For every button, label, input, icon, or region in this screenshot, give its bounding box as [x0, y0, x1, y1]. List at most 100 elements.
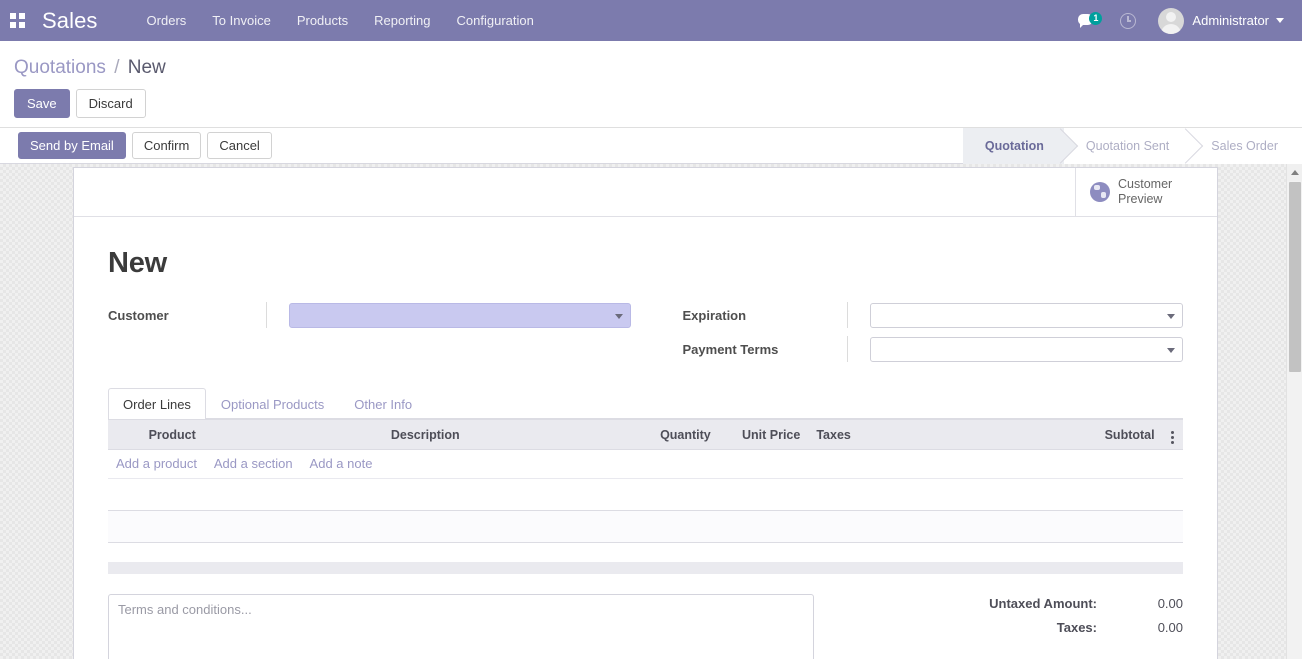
optional-columns-toggle[interactable]	[1162, 419, 1183, 450]
untaxed-amount-label: Untaxed Amount:	[989, 596, 1097, 611]
stage-sales-order[interactable]: Sales Order	[1189, 128, 1302, 164]
totals-block: Untaxed Amount: 0.00 Taxes: 0.00	[883, 594, 1183, 659]
customer-input[interactable]	[289, 302, 631, 328]
page-title: New	[108, 247, 168, 279]
menu-item-products[interactable]: Products	[284, 0, 361, 41]
menu-item-to-invoice[interactable]: To Invoice	[199, 0, 284, 41]
tab-order-lines[interactable]: Order Lines	[108, 388, 206, 419]
top-navbar: Sales Orders To Invoice Products Reporti…	[0, 0, 1302, 41]
add-a-product-link[interactable]: Add a product	[116, 456, 197, 471]
tab-other-info[interactable]: Other Info	[339, 388, 427, 419]
form-groups: Customer Expiration Payment Terms	[108, 302, 1183, 370]
globe-icon	[1090, 182, 1110, 202]
payment-terms-label: Payment Terms	[682, 341, 779, 357]
total-row-taxes: Taxes: 0.00	[883, 620, 1183, 635]
stage-quotation-sent[interactable]: Quotation Sent	[1063, 128, 1190, 164]
control-panel-buttons: Save Discard	[0, 83, 1302, 127]
drag-handle-column	[108, 419, 141, 450]
customer-preview-line1: Customer	[1118, 177, 1173, 191]
form-sheet: Customer Preview New Customer Expiration…	[73, 167, 1218, 659]
breadcrumb-separator: /	[114, 57, 120, 78]
field-row-expiration: Expiration	[682, 302, 1183, 328]
main-menu: Orders To Invoice Products Reporting Con…	[134, 0, 547, 41]
avatar	[1158, 7, 1185, 34]
column-taxes[interactable]: Taxes	[808, 419, 1053, 450]
column-unit-price[interactable]: Unit Price	[718, 419, 809, 450]
chevron-down-icon	[615, 313, 623, 319]
taxes-value: 0.00	[1157, 620, 1183, 635]
clock-icon	[1120, 12, 1137, 29]
add-a-note-link[interactable]: Add a note	[310, 456, 373, 471]
apps-grid-icon	[9, 13, 25, 28]
column-product[interactable]: Product	[140, 419, 383, 450]
vertical-scrollbar[interactable]	[1286, 164, 1302, 659]
expiration-value	[871, 304, 1183, 327]
control-panel: Quotations / New Save Discard	[0, 41, 1302, 128]
field-divider	[846, 336, 848, 362]
field-row-payment-terms: Payment Terms	[682, 336, 1183, 362]
menu-item-reporting[interactable]: Reporting	[361, 0, 443, 41]
column-description[interactable]: Description	[382, 419, 628, 450]
expiration-label: Expiration	[682, 307, 747, 323]
scroll-up-arrow-icon[interactable]	[1287, 164, 1302, 181]
customer-preview-line2: Preview	[1118, 192, 1163, 206]
bottom-section: Terms and conditions... Untaxed Amount: …	[108, 574, 1183, 659]
untaxed-amount-value: 0.00	[1157, 596, 1183, 611]
save-button[interactable]: Save	[14, 89, 70, 118]
table-row	[108, 478, 1183, 511]
terms-and-conditions-input[interactable]: Terms and conditions...	[108, 594, 814, 659]
notebook-tabs: Order Lines Optional Products Other Info	[108, 388, 1183, 419]
confirm-button[interactable]: Confirm	[131, 132, 202, 159]
column-subtotal[interactable]: Subtotal	[1052, 419, 1163, 450]
optional-columns-icon	[1171, 430, 1175, 444]
discard-button[interactable]: Discard	[75, 89, 146, 118]
messages-icon: 1	[1078, 11, 1103, 28]
form-column-right: Expiration Payment Terms	[646, 302, 1183, 370]
breadcrumb-current: New	[127, 57, 166, 78]
order-lines-table: Product Description Quantity Unit Price …	[108, 419, 1183, 543]
messages-button[interactable]: 1	[1066, 0, 1108, 41]
chevron-down-icon	[1167, 347, 1175, 353]
statusbar-action-buttons: Send by Email Confirm Cancel	[0, 128, 272, 163]
scrollbar-thumb[interactable]	[1289, 182, 1301, 372]
table-header-row: Product Description Quantity Unit Price …	[108, 419, 1183, 450]
expiration-input[interactable]	[869, 302, 1183, 328]
field-divider	[846, 302, 848, 328]
table-row	[108, 510, 1183, 543]
payment-terms-value	[871, 338, 1183, 361]
user-name: Administrator	[1192, 13, 1269, 28]
customer-preview-label: Customer Preview	[1118, 177, 1172, 207]
field-divider	[266, 302, 267, 328]
breadcrumb-quotations[interactable]: Quotations	[14, 57, 106, 78]
stage-quotation[interactable]: Quotation	[962, 128, 1064, 164]
order-lines-body: Add a product Add a section Add a note	[108, 449, 1183, 543]
payment-terms-input[interactable]	[869, 336, 1183, 362]
chevron-down-icon	[1276, 18, 1284, 23]
user-menu[interactable]: Administrator	[1148, 7, 1290, 34]
customer-preview-button[interactable]: Customer Preview	[1075, 168, 1217, 216]
field-row-customer: Customer	[108, 302, 646, 328]
column-quantity[interactable]: Quantity	[627, 419, 719, 450]
cancel-button[interactable]: Cancel	[207, 132, 272, 159]
statusbar-row: Send by Email Confirm Cancel Quotation Q…	[0, 128, 1302, 164]
add-line-row: Add a product Add a section Add a note	[108, 449, 1183, 479]
messages-count-badge: 1	[1089, 11, 1103, 25]
form-view-background: Customer Preview New Customer Expiration…	[0, 164, 1302, 659]
chevron-down-icon	[1167, 313, 1175, 319]
form-column-left: Customer	[108, 302, 646, 370]
section-divider	[108, 562, 1183, 574]
stat-button-box: Customer Preview	[74, 168, 1217, 217]
order-lines-head: Product Description Quantity Unit Price …	[108, 419, 1183, 450]
tab-optional-products[interactable]: Optional Products	[206, 388, 339, 419]
app-brand-sales[interactable]: Sales	[34, 8, 106, 34]
activities-button[interactable]	[1108, 0, 1148, 41]
navbar-right: 1 Administrator	[1066, 0, 1302, 41]
menu-item-configuration[interactable]: Configuration	[444, 0, 547, 41]
apps-menu-button[interactable]	[0, 0, 34, 41]
send-by-email-button[interactable]: Send by Email	[18, 132, 126, 159]
status-pipeline: Quotation Quotation Sent Sales Order	[962, 128, 1302, 164]
add-line-cell: Add a product Add a section Add a note	[108, 449, 1183, 479]
customer-label: Customer	[108, 307, 169, 323]
add-a-section-link[interactable]: Add a section	[214, 456, 293, 471]
menu-item-orders[interactable]: Orders	[134, 0, 200, 41]
